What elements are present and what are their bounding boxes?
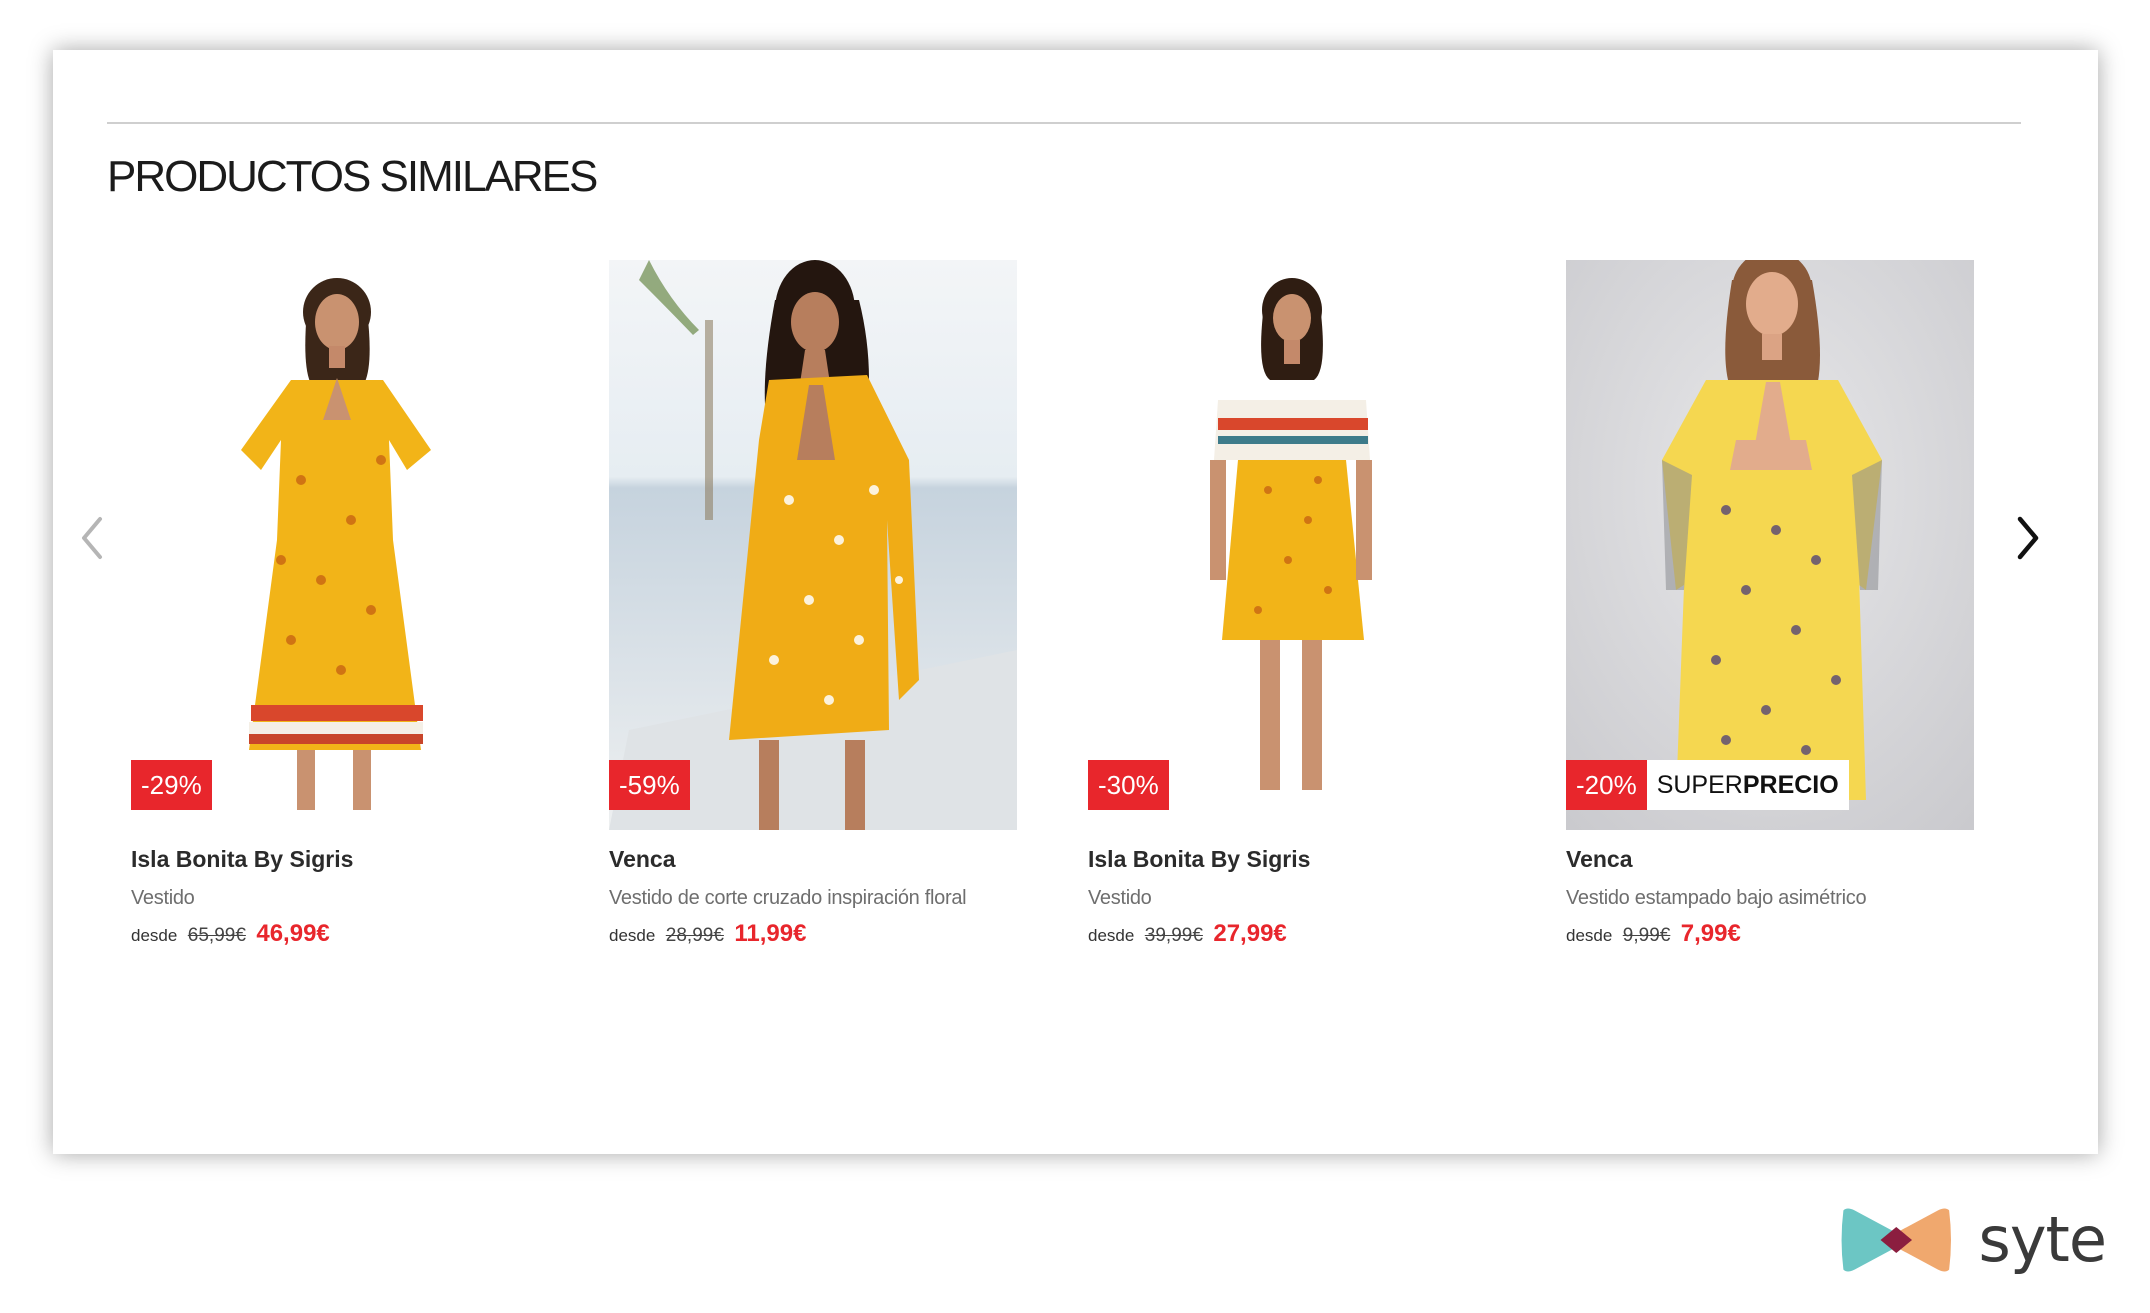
price-row: desde 65,99€ 46,99€ [131,920,539,948]
dress-photo [609,260,1017,830]
product-description[interactable]: Vestido [1088,887,1496,910]
new-price: 27,99€ [1213,920,1287,947]
product-description[interactable]: Vestido de corte cruzado inspiración flo… [609,887,1017,910]
price-from-label: desde [131,926,178,945]
old-price: 39,99€ [1144,925,1203,946]
product-brand[interactable]: Venca [1566,846,1974,873]
old-price: 65,99€ [187,925,246,946]
superprecio-badge-light: SUPER [1656,771,1743,799]
dress-photo [1088,260,1496,830]
product-description[interactable]: Vestido [131,887,539,910]
price-from-label: desde [609,926,656,945]
price-from-label: desde [1088,926,1135,945]
product-description[interactable]: Vestido estampado bajo asimétrico [1566,887,1974,910]
badge-group: -29% [131,760,212,810]
syte-logo-mark [1841,1208,1951,1272]
new-price: 11,99€ [734,920,807,947]
discount-badge: -29% [131,760,212,810]
product-card[interactable]: -30% Isla Bonita By Sigris Vestido desde… [1088,260,1496,948]
product-image[interactable]: -20% SUPERPRECIO [1566,260,1974,830]
product-brand[interactable]: Isla Bonita By Sigris [131,846,539,873]
badge-group: -30% [1088,760,1169,810]
superprecio-badge: SUPERPRECIO [1646,760,1849,810]
divider [107,122,2021,124]
new-price: 7,99€ [1680,920,1741,947]
chevron-right-icon [2017,516,2039,560]
chevron-left-icon [82,517,102,559]
product-card[interactable]: -59% Venca Vestido de corte cruzado insp… [609,260,1017,948]
new-price: 46,99€ [256,920,330,947]
similar-products-panel: PRODUCTOS SIMILARES -29% Isla Bonita By … [53,50,2098,1154]
product-brand[interactable]: Venca [609,846,1017,873]
discount-badge: -20% [1566,760,1647,810]
syte-logo-text: syte [1978,1203,2107,1276]
price-row: desde 9,99€ 7,99€ [1566,920,1974,948]
discount-badge: -59% [609,760,690,810]
old-price: 9,99€ [1622,925,1671,946]
price-row: desde 39,99€ 27,99€ [1088,920,1496,948]
dress-photo [1566,260,1974,830]
product-image[interactable]: -30% [1088,260,1496,830]
price-row: desde 28,99€ 11,99€ [609,920,1017,948]
old-price: 28,99€ [665,925,724,946]
price-from-label: desde [1566,926,1613,945]
product-card[interactable]: -29% Isla Bonita By Sigris Vestido desde… [131,260,539,948]
superprecio-badge-bold: PRECIO [1742,771,1839,799]
syte-logo: syte [1836,1200,2107,1280]
badge-group: -59% [609,760,690,810]
carousel-next-button[interactable] [1997,498,2057,578]
product-card[interactable]: -20% SUPERPRECIO Venca Vestido estampado… [1566,260,1974,948]
product-image[interactable]: -59% [609,260,1017,830]
product-image[interactable]: -29% [131,260,539,830]
product-brand[interactable]: Isla Bonita By Sigris [1088,846,1496,873]
section-title: PRODUCTOS SIMILARES [107,152,598,201]
carousel-prev-button[interactable] [63,498,123,578]
badge-group: -20% SUPERPRECIO [1566,760,1849,810]
discount-badge: -30% [1088,760,1169,810]
dress-photo [131,260,539,830]
